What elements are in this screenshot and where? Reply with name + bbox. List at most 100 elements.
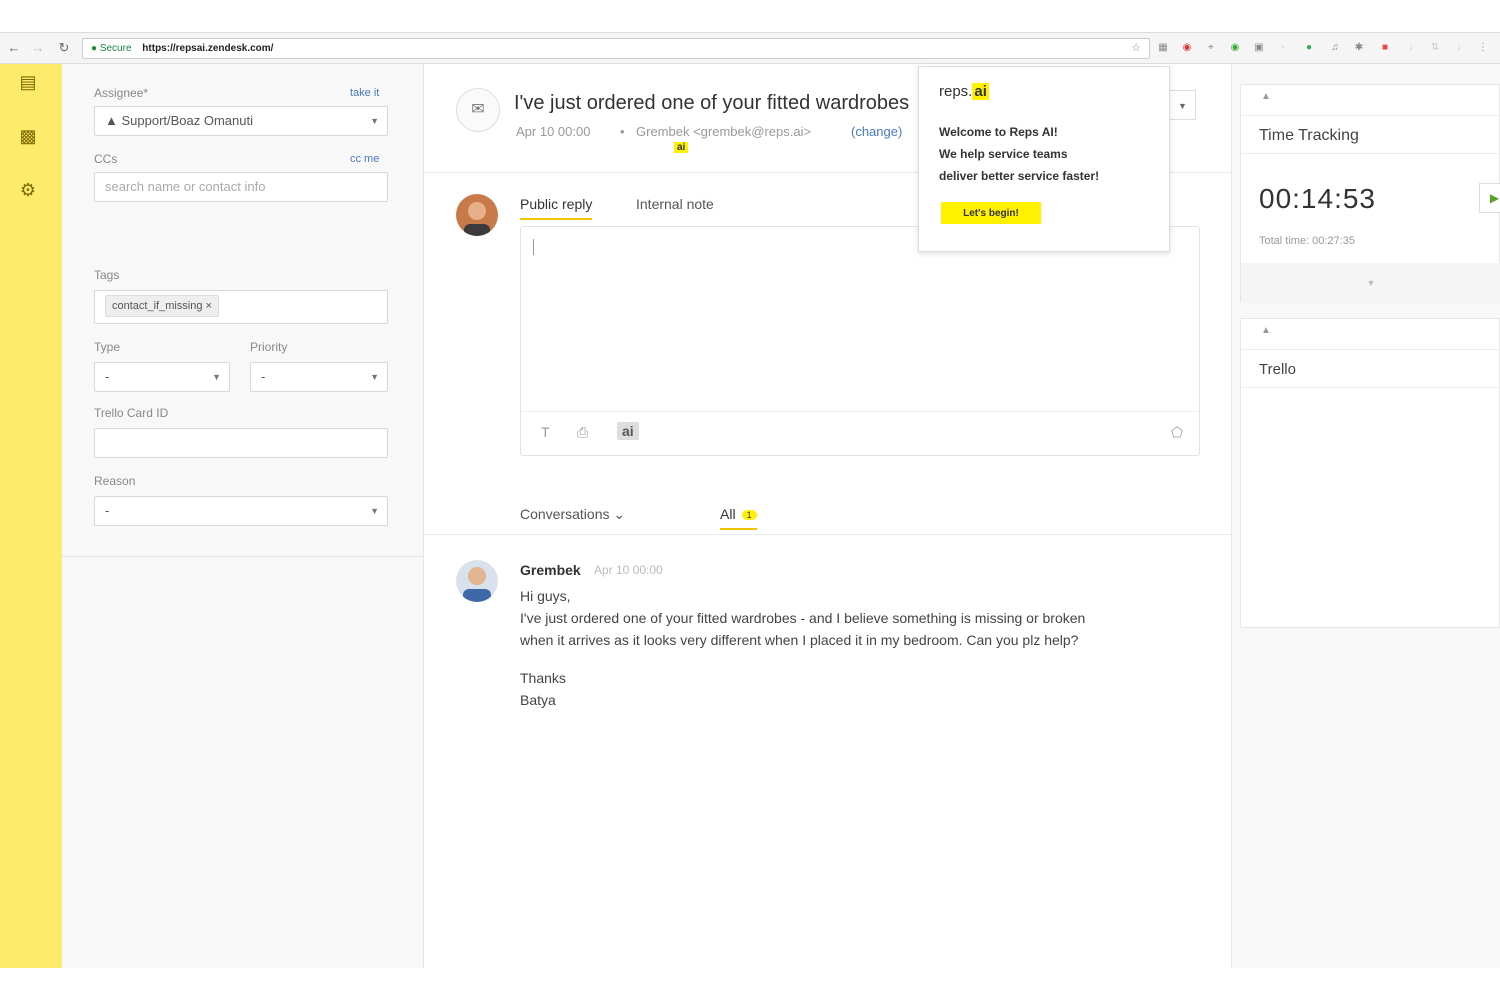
- all-count-badge: 1: [741, 510, 757, 521]
- take-it-link[interactable]: take it: [350, 87, 379, 99]
- extension-green-icon[interactable]: ◉: [1228, 41, 1242, 55]
- trello-card-input[interactable]: [94, 428, 388, 458]
- browser-toolbar: ← → ↻ ● Secure https://repsai.zendesk.co…: [0, 32, 1500, 64]
- message-line: when it arrives as it looks very differe…: [520, 632, 1079, 648]
- message-line: Hi guys,: [520, 588, 571, 604]
- tags-input[interactable]: contact_if_missing ×: [94, 290, 388, 324]
- priority-value: -: [261, 369, 266, 384]
- extension-crop-icon[interactable]: ⌖: [1204, 41, 1218, 55]
- timer-footer[interactable]: ▼: [1241, 263, 1500, 303]
- editor-toolbar: T ⎙ ai ⬠: [521, 411, 1199, 455]
- divider: [62, 556, 424, 557]
- chevron-down-icon: ▼: [212, 372, 221, 382]
- extension-circle-icon[interactable]: ●: [1302, 41, 1316, 55]
- conversations-divider: [424, 534, 1232, 535]
- inbox-icon[interactable]: ▤: [18, 72, 38, 92]
- reps-ai-welcome-popup: reps. ai Welcome to Reps AI! We help serv…: [918, 66, 1170, 252]
- bookmark-star-icon[interactable]: ☆: [1131, 39, 1141, 58]
- address-bar[interactable]: ● Secure https://repsai.zendesk.com/ ☆: [82, 38, 1150, 59]
- back-icon[interactable]: ←: [6, 39, 22, 57]
- collapse-icon[interactable]: ▲: [1261, 91, 1271, 102]
- priority-select[interactable]: - ▼: [250, 362, 388, 392]
- chevron-down-icon: ▼: [370, 116, 379, 126]
- time-tracking-card: ▲ Time Tracking 00:14:53 ▶ Total time: 0…: [1240, 84, 1500, 303]
- menu-dots-icon[interactable]: ⋮: [1476, 41, 1490, 55]
- play-icon[interactable]: ▶: [1479, 183, 1500, 213]
- extension-music-icon[interactable]: ♫: [1328, 41, 1342, 55]
- message-time: Apr 10 00:00: [594, 563, 663, 577]
- divider: [1241, 153, 1500, 154]
- reporting-icon[interactable]: ▩: [18, 126, 38, 146]
- reply-editor[interactable]: T ⎙ ai ⬠: [520, 226, 1200, 456]
- reason-select[interactable]: - ▼: [94, 496, 388, 526]
- message-author: Grembek: [520, 562, 581, 578]
- attachment-icon[interactable]: ⎙: [577, 424, 588, 441]
- user-icon: ▲: [105, 113, 122, 128]
- extension-window-icon[interactable]: ▣: [1252, 41, 1266, 55]
- priority-label: Priority: [250, 340, 288, 354]
- conversations-filter[interactable]: Conversations ⌄: [520, 506, 625, 523]
- text-format-icon[interactable]: T: [541, 424, 550, 440]
- cc-me-link[interactable]: cc me: [350, 153, 379, 165]
- reason-label: Reason: [94, 474, 136, 488]
- left-nav: ▤ ▩ ⚙: [0, 64, 62, 968]
- extension-puzzle-icon[interactable]: ✱: [1352, 41, 1366, 55]
- lets-begin-button[interactable]: Let's begin!: [941, 202, 1041, 224]
- ticket-date: Apr 10 00:00: [516, 124, 591, 139]
- collapse-icon[interactable]: ▲: [1261, 325, 1271, 336]
- chevron-down-icon: ▼: [1366, 278, 1376, 288]
- trello-title: Trello: [1259, 361, 1296, 378]
- change-link[interactable]: (change): [851, 124, 902, 139]
- extension-faded-2-icon[interactable]: ⇅: [1428, 41, 1442, 55]
- message-line: I've just ordered one of your fitted war…: [520, 610, 1086, 626]
- ticket-sender: Grembek <grembek@reps.ai>: [636, 124, 812, 139]
- reload-icon[interactable]: ↻: [56, 39, 72, 57]
- tab-internal-note[interactable]: Internal note: [636, 196, 714, 218]
- tag-chip[interactable]: contact_if_missing ×: [105, 295, 219, 317]
- extension-stop-icon[interactable]: ◉: [1180, 41, 1194, 55]
- ccs-label: CCs: [94, 152, 118, 166]
- divider: [1241, 115, 1500, 116]
- divider: [1241, 349, 1500, 350]
- time-tracking-title: Time Tracking: [1259, 127, 1359, 144]
- tab-all[interactable]: All 1: [720, 506, 757, 530]
- extension-red-icon[interactable]: ■: [1378, 41, 1392, 55]
- bottom-margin: [0, 968, 1500, 1000]
- message-line: Thanks: [520, 670, 566, 686]
- meta-separator: •: [620, 124, 625, 139]
- forward-icon[interactable]: →: [30, 39, 46, 57]
- tags-label: Tags: [94, 268, 120, 282]
- assignee-select[interactable]: ▲ Support/Boaz Omanuti ▼: [94, 106, 388, 136]
- ccs-placeholder: search name or contact info: [105, 179, 266, 194]
- message-line: Batya: [520, 692, 556, 708]
- chevron-down-icon: ▼: [370, 506, 379, 516]
- apps-panel: ▲ Time Tracking 00:14:53 ▶ Total time: 0…: [1232, 64, 1500, 968]
- type-value: -: [105, 369, 110, 384]
- tag-icon[interactable]: ⬠: [1171, 424, 1183, 441]
- settings-gear-icon[interactable]: ⚙: [18, 180, 38, 200]
- download-2-icon[interactable]: ↓: [1452, 41, 1466, 55]
- all-label: All: [720, 506, 736, 522]
- extension-faded-icon[interactable]: ▫: [1276, 41, 1290, 55]
- timer-display: 00:14:53: [1259, 183, 1376, 214]
- type-label: Type: [94, 340, 121, 354]
- reps-ai-logo: reps. ai: [939, 83, 989, 100]
- tab-public-reply[interactable]: Public reply: [520, 196, 593, 220]
- reps-ai-button[interactable]: ai: [617, 422, 639, 440]
- extension-icon[interactable]: ▦: [1156, 41, 1170, 55]
- chevron-down-icon: ▼: [370, 372, 379, 382]
- ai-badge[interactable]: ai: [674, 142, 689, 153]
- popup-line: Welcome to Reps AI!: [939, 125, 1058, 139]
- lock-icon: ●: [91, 43, 98, 54]
- ticket-actions-dropdown[interactable]: ▼: [1170, 90, 1196, 120]
- reason-value: -: [105, 503, 110, 518]
- agent-avatar: [456, 194, 498, 236]
- assignee-label: Assignee*: [94, 86, 149, 100]
- trello-card: ▲ Trello: [1240, 318, 1500, 628]
- download-icon[interactable]: ↓: [1404, 41, 1418, 55]
- trello-card-label: Trello Card ID: [94, 406, 169, 420]
- url-text: https://repsai.zendesk.com/: [142, 43, 274, 54]
- type-select[interactable]: - ▼: [94, 362, 230, 392]
- secure-label: Secure: [99, 43, 132, 54]
- ccs-input[interactable]: search name or contact info: [94, 172, 388, 202]
